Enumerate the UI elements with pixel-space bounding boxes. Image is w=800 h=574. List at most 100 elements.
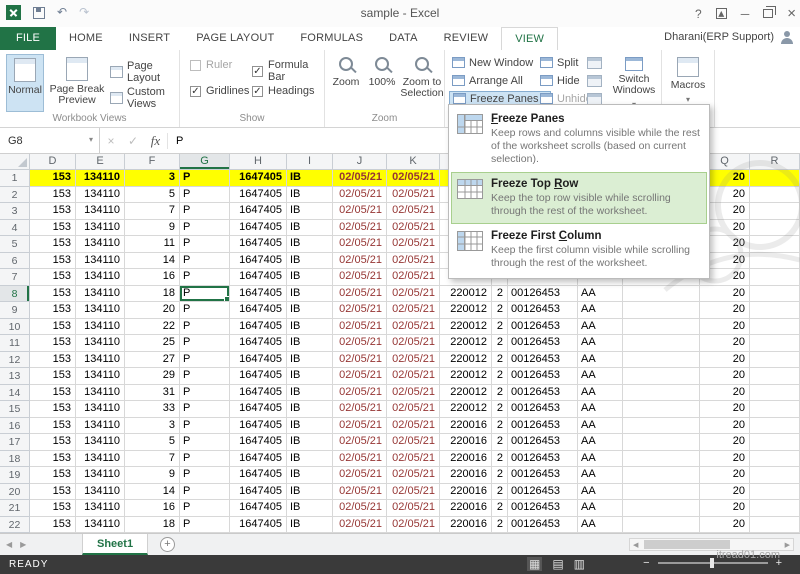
cell-J18[interactable]: 02/05/21 bbox=[333, 451, 387, 468]
cell-J17[interactable]: 02/05/21 bbox=[333, 434, 387, 451]
row-header-17[interactable]: 17 bbox=[0, 434, 30, 451]
cell-L16[interactable]: 220016 bbox=[440, 418, 492, 435]
tab-review[interactable]: REVIEW bbox=[431, 27, 502, 50]
cell-I18[interactable]: IB bbox=[287, 451, 333, 468]
cell-F3[interactable]: 7 bbox=[125, 203, 180, 220]
row-header-7[interactable]: 7 bbox=[0, 269, 30, 286]
cell-I9[interactable]: IB bbox=[287, 302, 333, 319]
cell-P8[interactable] bbox=[623, 286, 700, 303]
cell-O11[interactable]: AA bbox=[578, 335, 623, 352]
cell-H16[interactable]: 1647405 bbox=[230, 418, 287, 435]
cell-Q17[interactable]: 20 bbox=[700, 434, 750, 451]
cell-R8[interactable] bbox=[750, 286, 800, 303]
cell-E18[interactable]: 134110 bbox=[76, 451, 125, 468]
cell-R21[interactable] bbox=[750, 500, 800, 517]
cell-K7[interactable]: 02/05/21 bbox=[387, 269, 440, 286]
row-header-21[interactable]: 21 bbox=[0, 500, 30, 517]
cell-G20[interactable]: P bbox=[180, 484, 230, 501]
split-button[interactable]: Split bbox=[537, 55, 581, 70]
cell-H2[interactable]: 1647405 bbox=[230, 187, 287, 204]
cell-K21[interactable]: 02/05/21 bbox=[387, 500, 440, 517]
cell-P14[interactable] bbox=[623, 385, 700, 402]
cell-O16[interactable]: AA bbox=[578, 418, 623, 435]
cell-J4[interactable]: 02/05/21 bbox=[333, 220, 387, 237]
cell-F15[interactable]: 33 bbox=[125, 401, 180, 418]
cell-H11[interactable]: 1647405 bbox=[230, 335, 287, 352]
tab-page-layout[interactable]: PAGE LAYOUT bbox=[183, 27, 287, 50]
cell-L21[interactable]: 220016 bbox=[440, 500, 492, 517]
cell-M13[interactable]: 2 bbox=[492, 368, 508, 385]
zoom-100-button[interactable]: 100% bbox=[365, 54, 399, 112]
cell-I7[interactable]: IB bbox=[287, 269, 333, 286]
cell-I4[interactable]: IB bbox=[287, 220, 333, 237]
cell-D14[interactable]: 153 bbox=[30, 385, 76, 402]
cell-R5[interactable] bbox=[750, 236, 800, 253]
sheet-nav-right-icon[interactable]: ▶ bbox=[20, 540, 34, 549]
cell-Q8[interactable]: 20 bbox=[700, 286, 750, 303]
zoom-slider-thumb[interactable] bbox=[710, 558, 714, 568]
cell-N9[interactable]: 00126453 bbox=[508, 302, 578, 319]
cell-H17[interactable]: 1647405 bbox=[230, 434, 287, 451]
row-header-16[interactable]: 16 bbox=[0, 418, 30, 435]
ruler-checkbox[interactable]: Ruler bbox=[190, 59, 232, 71]
row-header-5[interactable]: 5 bbox=[0, 236, 30, 253]
insert-function-icon[interactable]: fx bbox=[144, 133, 168, 149]
cell-F12[interactable]: 27 bbox=[125, 352, 180, 369]
cell-R9[interactable] bbox=[750, 302, 800, 319]
cell-E15[interactable]: 134110 bbox=[76, 401, 125, 418]
cell-Q13[interactable]: 20 bbox=[700, 368, 750, 385]
cell-H20[interactable]: 1647405 bbox=[230, 484, 287, 501]
formula-bar-checkbox[interactable]: ✓ Formula Bar bbox=[252, 59, 324, 83]
row-header-3[interactable]: 3 bbox=[0, 203, 30, 220]
cell-E5[interactable]: 134110 bbox=[76, 236, 125, 253]
scroll-right-icon[interactable]: ▶ bbox=[785, 541, 790, 549]
cell-P11[interactable] bbox=[623, 335, 700, 352]
cell-P20[interactable] bbox=[623, 484, 700, 501]
cell-K4[interactable]: 02/05/21 bbox=[387, 220, 440, 237]
cell-L19[interactable]: 220016 bbox=[440, 467, 492, 484]
cell-J11[interactable]: 02/05/21 bbox=[333, 335, 387, 352]
cell-D19[interactable]: 153 bbox=[30, 467, 76, 484]
page-layout-status-icon[interactable]: ▤ bbox=[552, 557, 563, 571]
menu-item-freeze-panes[interactable]: Freeze Panes Keep rows and columns visib… bbox=[451, 107, 707, 172]
cell-E9[interactable]: 134110 bbox=[76, 302, 125, 319]
cancel-icon[interactable]: × bbox=[100, 134, 122, 148]
cell-M20[interactable]: 2 bbox=[492, 484, 508, 501]
cell-I16[interactable]: IB bbox=[287, 418, 333, 435]
cell-F16[interactable]: 3 bbox=[125, 418, 180, 435]
restore-icon[interactable] bbox=[763, 9, 773, 18]
cell-H21[interactable]: 1647405 bbox=[230, 500, 287, 517]
cell-E17[interactable]: 134110 bbox=[76, 434, 125, 451]
cell-Q15[interactable]: 20 bbox=[700, 401, 750, 418]
hide-button[interactable]: Hide bbox=[537, 73, 583, 88]
row-header-1[interactable]: 1 bbox=[0, 170, 30, 187]
cell-D18[interactable]: 153 bbox=[30, 451, 76, 468]
cell-P22[interactable] bbox=[623, 517, 700, 534]
cell-M15[interactable]: 2 bbox=[492, 401, 508, 418]
cell-D10[interactable]: 153 bbox=[30, 319, 76, 336]
row-header-12[interactable]: 12 bbox=[0, 352, 30, 369]
cell-G5[interactable]: P bbox=[180, 236, 230, 253]
cell-R10[interactable] bbox=[750, 319, 800, 336]
column-header-G[interactable]: G bbox=[180, 154, 230, 170]
cell-H1[interactable]: 1647405 bbox=[230, 170, 287, 187]
cell-E16[interactable]: 134110 bbox=[76, 418, 125, 435]
cell-Q22[interactable]: 20 bbox=[700, 517, 750, 534]
cell-J6[interactable]: 02/05/21 bbox=[333, 253, 387, 270]
cell-E6[interactable]: 134110 bbox=[76, 253, 125, 270]
row-header-4[interactable]: 4 bbox=[0, 220, 30, 237]
cell-L8[interactable]: 220012 bbox=[440, 286, 492, 303]
cell-O22[interactable]: AA bbox=[578, 517, 623, 534]
cell-I19[interactable]: IB bbox=[287, 467, 333, 484]
cell-R20[interactable] bbox=[750, 484, 800, 501]
cell-D8[interactable]: 153 bbox=[30, 286, 76, 303]
enter-icon[interactable]: ✓ bbox=[122, 134, 144, 148]
cell-N11[interactable]: 00126453 bbox=[508, 335, 578, 352]
cell-F4[interactable]: 9 bbox=[125, 220, 180, 237]
cell-D15[interactable]: 153 bbox=[30, 401, 76, 418]
cell-R11[interactable] bbox=[750, 335, 800, 352]
cell-I21[interactable]: IB bbox=[287, 500, 333, 517]
cell-P16[interactable] bbox=[623, 418, 700, 435]
row-header-18[interactable]: 18 bbox=[0, 451, 30, 468]
cell-G15[interactable]: P bbox=[180, 401, 230, 418]
